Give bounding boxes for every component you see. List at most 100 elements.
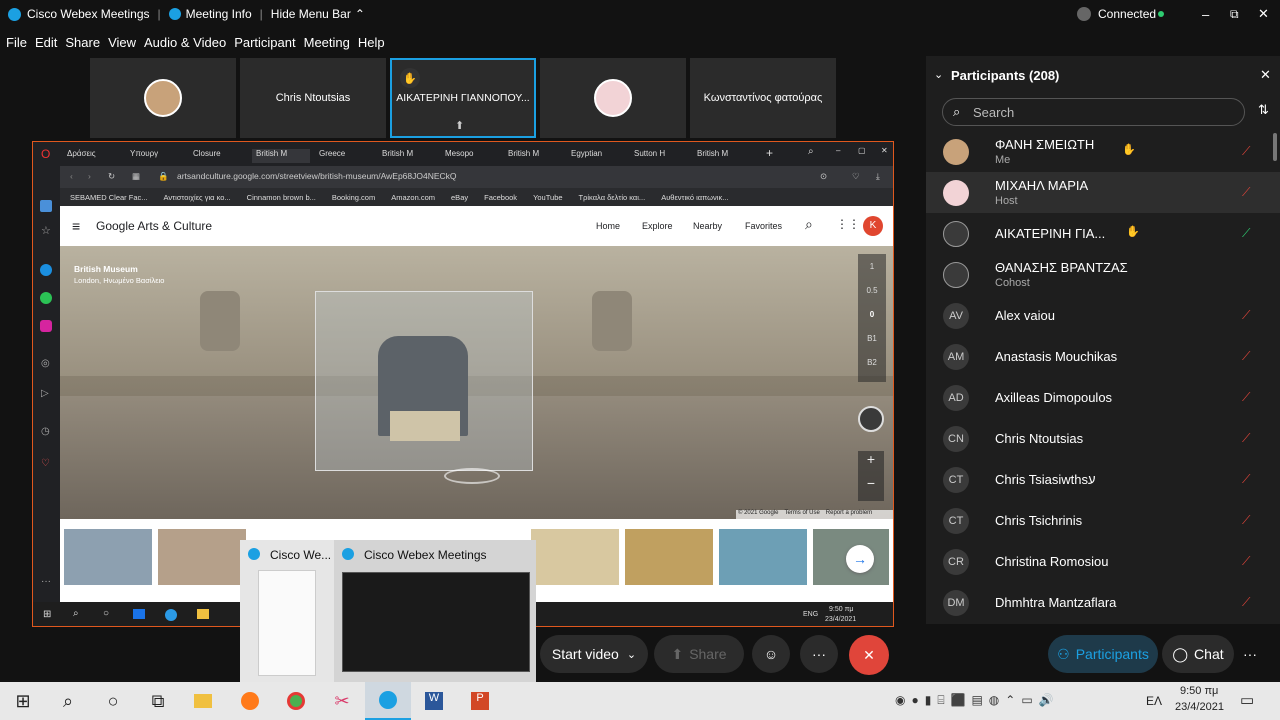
bookmark-item[interactable]: Cinnamon brown b... bbox=[247, 193, 316, 202]
tabs-icon[interactable]: ▦ bbox=[132, 171, 140, 182]
task-view-button[interactable]: ⧉ bbox=[135, 682, 181, 720]
browser-tab[interactable]: British M bbox=[504, 149, 562, 163]
mail-icon[interactable] bbox=[133, 609, 145, 619]
clock-time[interactable]: 9:50 πμ bbox=[1180, 685, 1218, 697]
scrollbar[interactable] bbox=[1273, 133, 1277, 161]
participant-row[interactable]: AM Anastasis Mouchikas ⟋ bbox=[926, 336, 1280, 377]
start-button[interactable]: ⊞ bbox=[0, 682, 46, 720]
video-tile-5[interactable]: Κωνσταντίνος φατούρας bbox=[690, 58, 836, 138]
bookmark-item[interactable]: eBay bbox=[451, 193, 468, 202]
terms-link[interactable]: Terms of Use bbox=[784, 510, 819, 519]
street-view[interactable]: British Museum London, Ηνωμένο Βασίλειο … bbox=[60, 246, 893, 519]
panel-options-button[interactable]: ··· bbox=[1236, 635, 1264, 673]
chrome-button[interactable] bbox=[273, 682, 319, 720]
menu-file[interactable]: File bbox=[6, 35, 27, 50]
menu-participant[interactable]: Participant bbox=[234, 35, 295, 50]
bookmark-item[interactable]: Τρίκαλα δελτίο και... bbox=[579, 193, 646, 202]
search-button[interactable]: ⌕ bbox=[45, 682, 91, 720]
mic-on-icon[interactable]: ⟋ bbox=[1242, 226, 1256, 240]
word-button[interactable]: W bbox=[411, 682, 457, 720]
tray-icons[interactable]: ◉●▮⌸⬛▤◍⌃▭🔊 bbox=[895, 693, 1060, 708]
bookmark-item[interactable]: Αυθεντικό ιαπωνικ... bbox=[661, 193, 728, 202]
participant-row[interactable]: DM Dhmhtra Mantzaflara ⟋ bbox=[926, 582, 1280, 623]
video-tile-4[interactable] bbox=[540, 58, 686, 138]
forward-icon[interactable]: › bbox=[88, 171, 91, 181]
mic-muted-icon[interactable]: ⟋ bbox=[1242, 308, 1256, 322]
mic-muted-icon[interactable]: ⟋ bbox=[1242, 185, 1256, 199]
notifications-icon[interactable]: ▭ bbox=[1240, 691, 1254, 709]
floor-b2[interactable]: B2 bbox=[858, 358, 886, 367]
snip-button[interactable]: ✂ bbox=[319, 682, 365, 720]
instagram-icon[interactable] bbox=[40, 320, 52, 332]
participant-row[interactable]: ΘΑΝΑΣΗΣ ΒΡΑΝΤΖΑΣ Cohost bbox=[926, 254, 1280, 295]
mic-muted-icon[interactable]: ⟋ bbox=[1242, 431, 1256, 445]
bookmark-item[interactable]: Αντιστοιχίες για κο... bbox=[164, 193, 231, 202]
powerpoint-button[interactable]: P bbox=[457, 682, 503, 720]
sort-icon[interactable]: ⇅ bbox=[1258, 102, 1269, 118]
floor-b1[interactable]: B1 bbox=[858, 334, 886, 343]
minimize-button[interactable]: – bbox=[1202, 7, 1209, 22]
floor-0-5[interactable]: 0.5 bbox=[858, 286, 886, 295]
bookmark-icon[interactable]: ☆ bbox=[41, 224, 51, 237]
bookmark-item[interactable]: Booking.com bbox=[332, 193, 375, 202]
mic-muted-icon[interactable]: ⟋ bbox=[1242, 595, 1256, 609]
home-icon[interactable] bbox=[40, 200, 52, 212]
meeting-info-button[interactable]: Meeting Info bbox=[186, 7, 252, 21]
search-icon[interactable]: ⌕ bbox=[808, 146, 814, 157]
player-icon[interactable]: ◎ bbox=[41, 358, 50, 369]
browser-tab[interactable]: Δράσεις bbox=[63, 149, 121, 163]
menu-view[interactable]: View bbox=[108, 35, 136, 50]
video-tile-2[interactable]: Chris Ntoutsias bbox=[240, 58, 386, 138]
browser-tab[interactable]: Greece bbox=[315, 149, 373, 163]
preview-item-b[interactable]: Cisco Webex Meetings bbox=[334, 540, 536, 682]
browser-tab[interactable]: Egyptian bbox=[567, 149, 625, 163]
more-icon[interactable]: ··· bbox=[41, 576, 51, 587]
download-icon[interactable]: ⤓ bbox=[876, 171, 880, 182]
zoom-out-button[interactable]: − bbox=[858, 475, 884, 491]
url-field[interactable]: artsandculture.google.com/streetview/bri… bbox=[177, 171, 457, 181]
whatsapp-icon[interactable] bbox=[40, 292, 52, 304]
close-panel-button[interactable]: ✕ bbox=[1260, 67, 1271, 83]
back-icon[interactable]: ‹ bbox=[70, 171, 73, 181]
participant-row[interactable]: CT Chris Tsichrinis ⟋ bbox=[926, 500, 1280, 541]
mic-muted-icon[interactable]: ⟋ bbox=[1242, 144, 1256, 158]
thumbnail[interactable] bbox=[625, 529, 713, 585]
participant-row[interactable]: CT Chris Tsiasiwthsע ⟋ bbox=[926, 459, 1280, 500]
pegman-cursor-icon[interactable] bbox=[444, 468, 500, 484]
close-button[interactable]: ✕ bbox=[1258, 6, 1269, 22]
browser-tab[interactable]: Mesopo bbox=[441, 149, 499, 163]
menu-share[interactable]: Share bbox=[65, 35, 100, 50]
participant-row[interactable]: ΑΙΚΑΤΕΡΙΝΗ ΓΙΑ... ⟋ ✋ bbox=[926, 213, 1280, 254]
bookmark-item[interactable]: SEBAMED Clear Fac... bbox=[70, 193, 148, 202]
messenger-icon[interactable] bbox=[40, 264, 52, 276]
floor-1[interactable]: 1 bbox=[858, 262, 886, 271]
mic-muted-icon[interactable]: ⟋ bbox=[1242, 513, 1256, 527]
report-link[interactable]: Report a problem bbox=[826, 510, 872, 519]
history-icon[interactable]: ◷ bbox=[41, 426, 50, 437]
browser-tab[interactable]: British M bbox=[252, 149, 310, 163]
hamburger-icon[interactable]: ≡ bbox=[72, 218, 80, 234]
preview-item-a[interactable]: Cisco We... bbox=[240, 540, 332, 682]
zoom-in-button[interactable]: + bbox=[858, 451, 884, 467]
maximize-button[interactable]: ▢ bbox=[858, 146, 866, 155]
arrow-right-icon[interactable]: → bbox=[846, 545, 874, 573]
bookmark-item[interactable]: YouTube bbox=[533, 193, 562, 202]
firefox-button[interactable] bbox=[227, 682, 273, 720]
participant-row[interactable]: AV Alex vaiou ⟋ bbox=[926, 295, 1280, 336]
video-tile-1[interactable] bbox=[90, 58, 236, 138]
task-view-icon[interactable]: ○ bbox=[103, 608, 109, 619]
browser-tab[interactable]: British M bbox=[378, 149, 436, 163]
language-indicator[interactable]: ΕΛ bbox=[1146, 694, 1162, 708]
clock-date[interactable]: 23/4/2021 bbox=[1175, 701, 1224, 713]
leave-meeting-button[interactable]: ✕ bbox=[849, 635, 889, 675]
pin-icon[interactable]: ♡ bbox=[41, 458, 50, 469]
compass-icon[interactable] bbox=[858, 406, 884, 432]
camera-icon[interactable]: ⊙ bbox=[820, 171, 827, 182]
more-options-button[interactable]: ··· bbox=[800, 635, 838, 673]
thumbnail[interactable] bbox=[64, 529, 152, 585]
reactions-button[interactable]: ☺ bbox=[752, 635, 790, 673]
video-tile-3[interactable]: ✋ ΑΙΚΑΤΕΡΙΝΗ ΓΙΑΝΝΟΠΟΥ... ⬆ bbox=[390, 58, 536, 138]
browser-tab[interactable]: Sutton H bbox=[630, 149, 688, 163]
mic-muted-icon[interactable]: ⟋ bbox=[1242, 390, 1256, 404]
cortana-button[interactable]: ○ bbox=[90, 682, 136, 720]
